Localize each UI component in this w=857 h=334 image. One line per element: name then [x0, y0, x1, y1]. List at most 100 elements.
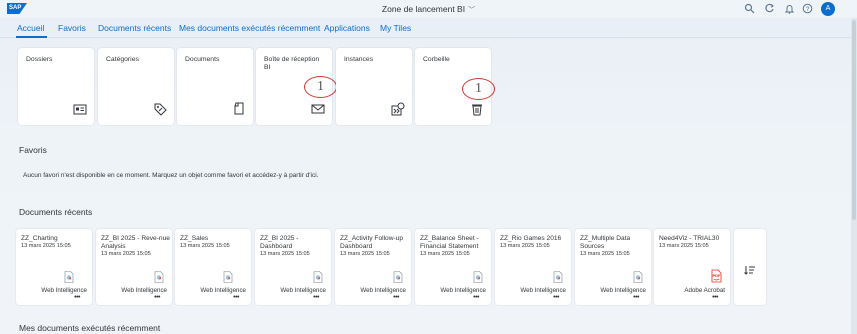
tile-label: Documents	[185, 56, 220, 63]
recent-doc-card[interactable]: ZZ_Rio Games 2016 13 mars 2025 15:05 Web I…	[495, 229, 571, 305]
doc-date: 13 mars 2025 15:05	[420, 251, 470, 257]
tab-favoris[interactable]: Favoris	[58, 23, 86, 33]
folder-card-icon	[73, 104, 87, 115]
web-intelligence-icon	[154, 271, 164, 283]
pdf-icon: PDF	[711, 269, 722, 283]
tile-instances[interactable]: Instances	[336, 48, 412, 125]
web-intelligence-icon	[313, 271, 323, 283]
help-icon[interactable]: ?	[802, 3, 813, 14]
favorites-section-title: Favoris	[19, 145, 47, 155]
tile-documents[interactable]: Documents	[177, 48, 253, 125]
web-intelligence-icon	[473, 271, 483, 283]
doc-date: 13 mars 2025 15:05	[659, 243, 709, 249]
doc-date: 13 mars 2025 15:05	[340, 251, 390, 257]
tab-my-tiles[interactable]: My Tiles	[380, 23, 411, 33]
doc-date: 13 mars 2025 15:05	[580, 251, 630, 257]
active-tab-indicator	[16, 36, 47, 38]
doc-title: ZZ_Multiple Data Sources	[580, 235, 631, 250]
recent-doc-card[interactable]: Need4Viz - TRIAL30 13 mars 2025 15:05 PDF A…	[654, 229, 730, 305]
annotation-badge: 1	[304, 76, 337, 98]
mail-icon	[311, 104, 325, 114]
more-options-button[interactable]: •••	[575, 294, 651, 301]
svg-text:?: ?	[806, 6, 810, 13]
doc-title: ZZ_Rio Games 2016	[500, 235, 562, 242]
doc-type: Web Intelligence	[41, 287, 87, 294]
doc-date: 13 mars 2025 15:05	[180, 243, 230, 249]
tab-bar: Accueil Favoris Documents récents Mes do…	[0, 18, 857, 38]
recent-doc-card[interactable]: ZZ_Charting 13 mars 2025 15:05 Web Intelli…	[16, 229, 92, 305]
more-options-button[interactable]: •••	[16, 294, 92, 301]
doc-title: ZZ_Balance Sheet - Financial Statement	[420, 235, 479, 250]
tile-label: Catégories	[106, 56, 139, 63]
scrollbar[interactable]	[851, 18, 857, 334]
chevron-down-icon: ﹀	[468, 7, 476, 14]
tile-label: Instances	[344, 56, 374, 63]
more-options-button[interactable]: •••	[495, 294, 571, 301]
tile-label: Boîte de réception BI	[264, 56, 320, 71]
show-more-tile[interactable]	[734, 229, 766, 305]
tab-mes-documents-executes[interactable]: Mes documents exécutés récemment	[179, 23, 320, 33]
doc-date: 13 mars 2025 15:05	[500, 243, 550, 249]
doc-type: Web Intelligence	[600, 287, 646, 294]
bell-icon[interactable]	[784, 3, 795, 14]
recent-doc-card[interactable]: ZZ_Multiple Data Sources 13 mars 2025 15:…	[575, 229, 651, 305]
recent-section-title: Documents récents	[19, 207, 93, 217]
web-intelligence-icon	[633, 271, 643, 283]
more-options-button[interactable]: •••	[255, 294, 331, 301]
tile-categories[interactable]: Catégories	[98, 48, 174, 125]
doc-type: Web Intelligence	[360, 287, 406, 294]
documents-icon	[234, 102, 244, 115]
more-options-button[interactable]: •••	[654, 294, 730, 301]
recent-doc-card[interactable]: ZZ_BI 2025 - Dashboard 13 mars 2025 15:05…	[255, 229, 331, 305]
web-intelligence-icon	[393, 271, 403, 283]
web-intelligence-icon	[223, 271, 233, 283]
more-options-button[interactable]: •••	[96, 294, 172, 301]
svg-text:PDF: PDF	[713, 273, 722, 278]
doc-type: Web Intelligence	[520, 287, 566, 294]
doc-date: 13 mars 2025 15:05	[21, 243, 71, 249]
instances-icon	[391, 102, 405, 116]
more-options-button[interactable]: •••	[175, 294, 251, 301]
tile-boite-reception[interactable]: Boîte de réception BI 1	[256, 48, 337, 125]
web-intelligence-icon	[64, 271, 74, 283]
doc-type: Adobe Acrobat	[684, 287, 725, 294]
doc-title: ZZ_BI 2025 - Reve-nue Analysis	[101, 235, 170, 250]
refresh-icon[interactable]	[764, 3, 775, 14]
favorites-empty-message: Aucun favori n'est disponible en ce mome…	[23, 172, 319, 179]
annotation-badge: 1	[462, 78, 495, 100]
doc-type: Web Intelligence	[200, 287, 246, 294]
tag-icon	[154, 103, 167, 116]
doc-type: Web Intelligence	[280, 287, 326, 294]
tab-documents-recents[interactable]: Documents récents	[98, 23, 171, 33]
avatar[interactable]: A	[821, 2, 835, 16]
recent-doc-card[interactable]: ZZ_Balance Sheet - Financial Statement 13…	[415, 229, 491, 305]
app-title-text: Zone de lancement BI	[381, 4, 466, 14]
doc-type: Web Intelligence	[121, 287, 167, 294]
shell-bar: SAP Zone de lancement BI ﹀ ? A	[0, 0, 857, 18]
doc-title: ZZ_Activity Follow-up Dashboard	[340, 235, 404, 250]
tile-corbeille[interactable]: Corbeille 1	[415, 48, 495, 125]
tile-label: Corbeille	[423, 56, 450, 63]
executed-section-title: Mes documents exécutés récemment	[19, 323, 161, 333]
recent-doc-card[interactable]: ZZ_Sales 13 mars 2025 15:05 Web Intelligen…	[175, 229, 251, 305]
doc-title: ZZ_Sales	[180, 235, 209, 242]
more-options-button[interactable]: •••	[415, 294, 491, 301]
tile-dossiers[interactable]: Dossiers	[18, 48, 94, 125]
app-title[interactable]: Zone de lancement BI ﹀	[0, 4, 857, 15]
tab-accueil[interactable]: Accueil	[17, 23, 44, 33]
doc-title: Need4Viz - TRIAL30	[659, 235, 720, 242]
more-options-button[interactable]: •••	[335, 294, 411, 301]
doc-date: 13 mars 2025 15:05	[260, 251, 310, 257]
recent-doc-card[interactable]: ZZ_BI 2025 - Reve-nue Analysis 13 mars 20…	[96, 229, 172, 305]
trash-icon	[472, 104, 482, 116]
search-icon[interactable]	[744, 3, 755, 14]
recent-doc-card[interactable]: ZZ_Activity Follow-up Dashboard 13 mars 2…	[335, 229, 411, 305]
sort-list-icon	[744, 266, 755, 275]
tab-applications[interactable]: Applications	[324, 23, 370, 33]
tile-label: Dossiers	[26, 56, 53, 63]
doc-type: Web Intelligence	[440, 287, 486, 294]
doc-date: 13 mars 2025 15:05	[101, 251, 151, 257]
doc-title: ZZ_Charting	[21, 235, 58, 242]
scrollbar-thumb[interactable]	[852, 20, 856, 220]
web-intelligence-icon	[553, 271, 563, 283]
